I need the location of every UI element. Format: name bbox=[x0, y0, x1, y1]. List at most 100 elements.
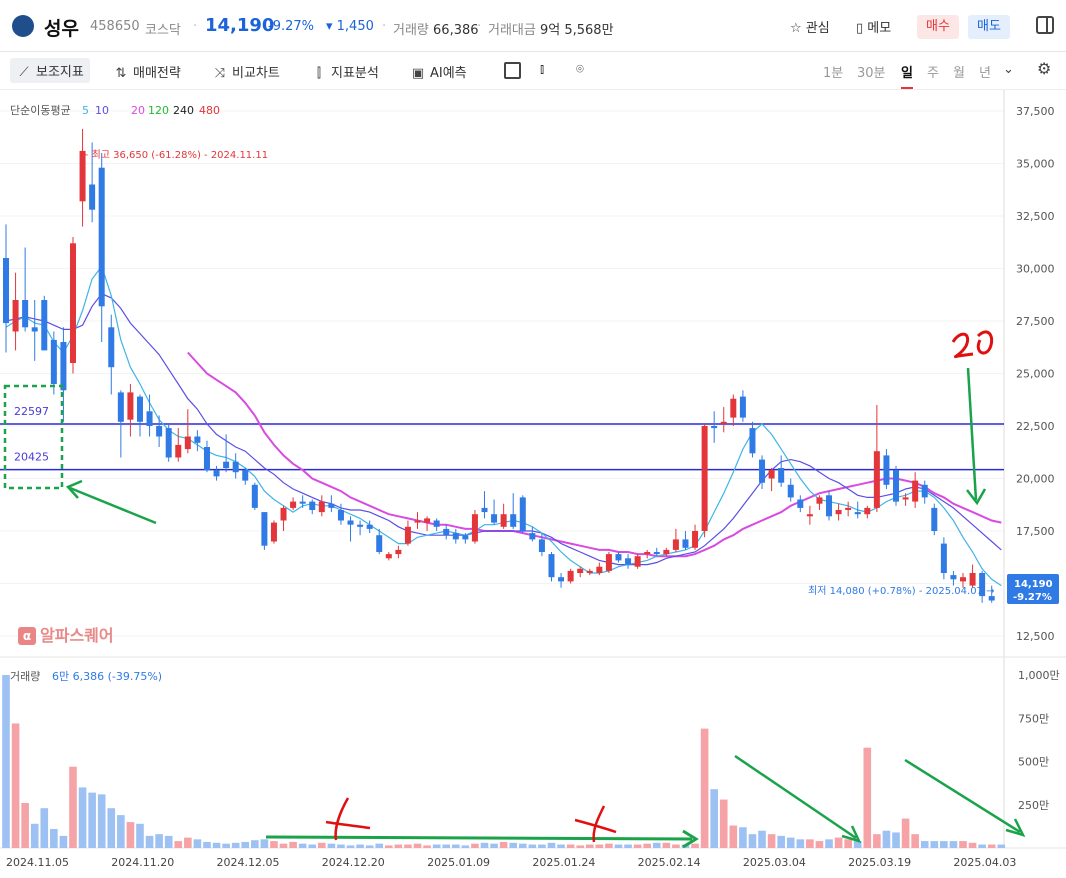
candle bbox=[893, 465, 900, 506]
volume-bar bbox=[471, 843, 479, 848]
candle bbox=[711, 411, 718, 443]
volume-bar bbox=[356, 844, 364, 848]
candle bbox=[567, 568, 574, 584]
toolbar-analysis[interactable]: ⫿ 지표분석 bbox=[311, 62, 379, 81]
volume-bar bbox=[700, 728, 709, 848]
candle-type-icon[interactable]: ⫾ bbox=[540, 62, 544, 77]
volume-bar bbox=[327, 843, 336, 848]
candle bbox=[98, 153, 105, 342]
memo-button[interactable]: ▯ 메모 bbox=[856, 17, 891, 36]
candle bbox=[136, 394, 143, 437]
volume-bar bbox=[442, 844, 451, 848]
sell-button[interactable]: 매도 bbox=[968, 15, 1010, 39]
candle bbox=[548, 552, 555, 582]
period-1min[interactable]: 1분 bbox=[823, 62, 843, 81]
volume-bar bbox=[145, 835, 154, 848]
amount-label: 거래대금 bbox=[488, 23, 536, 38]
candle bbox=[357, 520, 364, 536]
volume-label: 거래량 bbox=[393, 23, 429, 38]
volume-bar bbox=[432, 844, 441, 848]
x-axis-ticks: 2024.11.05 2024.11.20 2024.12.05 2024.12.20… bbox=[6, 856, 1016, 869]
volume-tick-label: 500만 bbox=[1018, 756, 1049, 769]
volume-bar bbox=[806, 839, 814, 848]
stock-name: 성우 bbox=[44, 18, 79, 40]
volume-bar bbox=[930, 841, 939, 848]
period-30min[interactable]: 30분 bbox=[857, 62, 886, 81]
ma-legend-10: 10 bbox=[95, 104, 109, 117]
toolbar-indicators-label: 보조지표 bbox=[36, 65, 84, 80]
candle bbox=[347, 516, 354, 542]
price-volume-chart[interactable]: 단순이동평균 5 10 20 120 240 480 37,50035,0003… bbox=[0, 90, 1066, 878]
separator-dot-icon: · bbox=[193, 19, 198, 34]
volume-bar bbox=[585, 844, 594, 848]
volume-bar bbox=[222, 843, 230, 848]
volume-bar bbox=[117, 815, 125, 848]
ma-legend-5: 5 bbox=[82, 104, 89, 117]
ma-legend-label: 단순이동평균 bbox=[10, 104, 71, 117]
volume-bar bbox=[518, 843, 527, 848]
volume-tick-label: 750만 bbox=[1018, 712, 1049, 725]
toolbar-indicators[interactable]: ⟋ 보조지표 bbox=[10, 58, 90, 83]
period-dropdown-chevron-icon[interactable]: ⌄ bbox=[1003, 62, 1014, 77]
candle bbox=[605, 552, 612, 573]
level-line-label: 22597 bbox=[14, 405, 49, 418]
candle bbox=[739, 390, 746, 422]
candle bbox=[318, 495, 325, 517]
ma-legend-240: 240 bbox=[173, 104, 194, 117]
candle bbox=[443, 524, 450, 540]
volume-tick-label: 1,000만 bbox=[1018, 669, 1060, 682]
square-toggle-icon[interactable] bbox=[504, 62, 521, 79]
volume-bars bbox=[2, 675, 1006, 848]
volume-bar bbox=[863, 747, 872, 848]
volume-bar bbox=[251, 840, 259, 848]
period-day[interactable]: 일 bbox=[901, 62, 913, 89]
volume-bar bbox=[193, 839, 202, 848]
volume-bar bbox=[844, 839, 852, 848]
volume-bar bbox=[184, 837, 192, 848]
volume-bar bbox=[231, 842, 240, 848]
buy-button[interactable]: 매수 bbox=[917, 15, 959, 39]
toolbar-ai[interactable]: ▣ AI예측 bbox=[410, 62, 467, 81]
clipboard-icon: ▯ bbox=[856, 21, 864, 36]
candle bbox=[826, 491, 833, 521]
watermark-text: 알파스퀘어 bbox=[40, 626, 114, 645]
candle bbox=[175, 428, 182, 462]
watch-button[interactable]: ☆ 관심 bbox=[790, 17, 830, 36]
candle bbox=[251, 482, 258, 510]
volume-bar bbox=[155, 834, 163, 848]
settings-gear-icon[interactable]: ⚙ bbox=[1037, 59, 1051, 78]
candle bbox=[395, 545, 402, 559]
period-week[interactable]: 주 bbox=[927, 62, 939, 81]
period-month[interactable]: 월 bbox=[953, 62, 965, 81]
volume-bar bbox=[624, 844, 632, 848]
level-line-label: 20425 bbox=[14, 451, 49, 464]
candle bbox=[290, 497, 297, 510]
period-year[interactable]: 년 bbox=[979, 62, 991, 81]
x-tick-label: 2025.04.03 bbox=[953, 856, 1016, 869]
side-panel-toggle-icon[interactable] bbox=[1036, 16, 1054, 34]
volume-bar bbox=[968, 842, 977, 848]
current-price: 14,190 bbox=[205, 15, 275, 36]
separator-dot-icon: · bbox=[382, 19, 387, 34]
candle bbox=[270, 520, 277, 544]
volume-bar bbox=[825, 839, 833, 848]
volume-bar bbox=[21, 803, 29, 848]
volume-bar bbox=[815, 841, 824, 848]
company-logo-icon bbox=[12, 15, 34, 37]
volume-bar bbox=[385, 845, 393, 848]
volume-bar bbox=[136, 823, 144, 848]
volume-bar bbox=[50, 828, 58, 848]
toolbar-strategy[interactable]: ⇅ 매매전략 bbox=[113, 62, 181, 81]
volume-bar bbox=[126, 822, 135, 848]
volume-bar bbox=[260, 839, 269, 848]
volume-bar bbox=[834, 837, 843, 848]
volume-bar bbox=[748, 834, 757, 848]
toolbar-compare[interactable]: ⤨ 비교차트 bbox=[212, 62, 280, 81]
volume-bar bbox=[451, 844, 460, 848]
volume-bar bbox=[652, 842, 661, 848]
camera-icon[interactable]: ⌾ bbox=[576, 62, 584, 77]
candle bbox=[404, 520, 411, 546]
volume-bar bbox=[318, 842, 326, 848]
candle bbox=[12, 272, 19, 351]
volume-bar bbox=[528, 844, 537, 848]
